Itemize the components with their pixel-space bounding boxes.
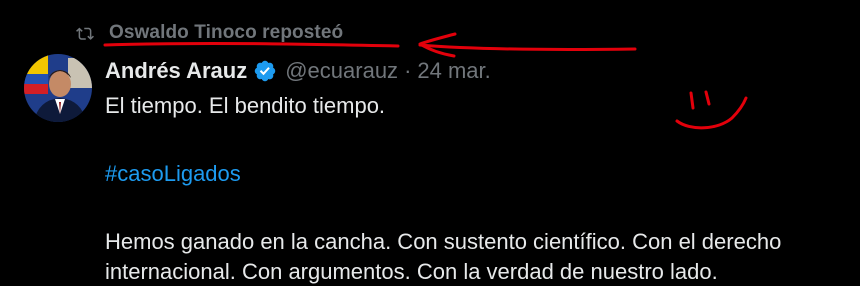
smiley-eye-left [689, 91, 695, 110]
author-handle[interactable]: @ecuarauz [285, 58, 398, 84]
tweet-text-line: Hemos ganado en la cancha. Con sustento … [105, 229, 782, 254]
smiley-mouth [675, 96, 748, 130]
tweet-header: Andrés Arauz @ecuarauz · 24 mar. [105, 56, 491, 86]
separator-dot: · [404, 58, 412, 83]
tweet-text-line: El tiempo. El bendito tiempo. [105, 93, 386, 118]
arrow-shaft-stroke [418, 43, 637, 52]
repost-text[interactable]: Oswaldo Tinoco reposteó [109, 22, 343, 44]
tweet-text-line: internacional. Con argumentos. Con la ve… [105, 259, 718, 284]
verified-badge-icon[interactable] [253, 59, 277, 83]
repost-icon [60, 18, 94, 48]
smiley-eye-right [704, 90, 711, 106]
tweet-date[interactable]: 24 mar. [417, 58, 490, 84]
repost-indicator[interactable]: Oswaldo Tinoco reposteó [60, 18, 343, 48]
avatar[interactable] [24, 54, 92, 122]
hashtag-link[interactable]: #casoLigados [105, 160, 241, 188]
arrow-head-stroke [418, 32, 457, 58]
author-name[interactable]: Andrés Arauz [105, 58, 247, 84]
